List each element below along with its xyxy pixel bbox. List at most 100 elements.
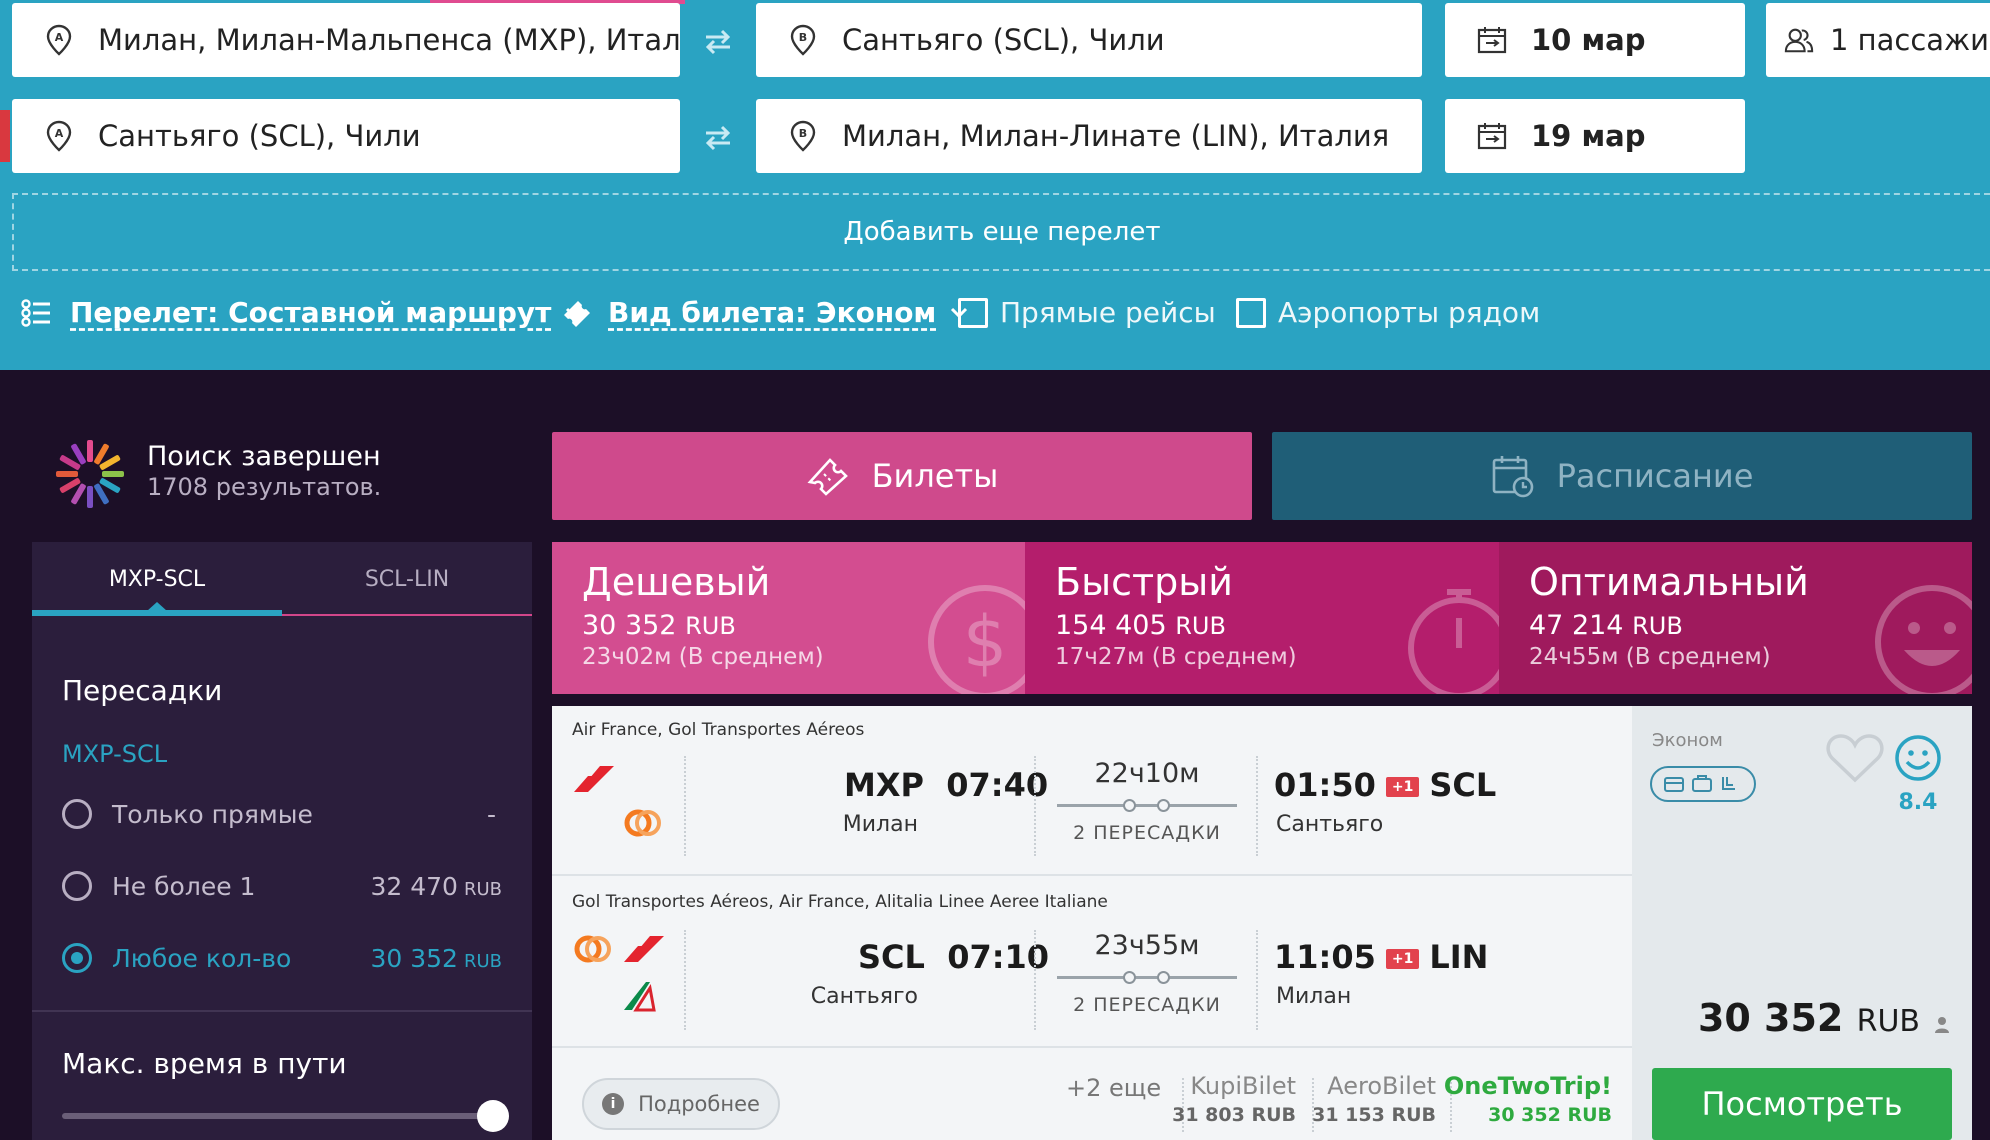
gol-logo-icon	[624, 809, 661, 837]
flight-duration: 23ч55м	[1094, 930, 1200, 961]
gol-logo-icon	[574, 935, 611, 963]
slider-handle[interactable]	[477, 1100, 509, 1132]
separator	[1256, 930, 1258, 1030]
vendor-name: AeroBilet	[1327, 1072, 1436, 1100]
view-offer-button[interactable]: Посмотреть	[1652, 1068, 1952, 1140]
next-day-badge: +1	[1385, 949, 1420, 969]
sort-name: Оптимальный	[1529, 560, 1809, 604]
tab-tickets[interactable]: Билеты	[552, 432, 1252, 520]
sort-name: Быстрый	[1055, 560, 1233, 604]
segment-tabs: MXP-SCL SCL-LIN	[32, 542, 532, 616]
air-france-logo-icon	[624, 936, 664, 962]
flight-duration: 22ч10м	[1094, 758, 1200, 789]
sort-duration: 24ч55м (В среднем)	[1529, 644, 1771, 670]
pin-b-icon: B	[788, 23, 818, 57]
price-panel: Эконом 8.4 30 352 RUB Посмотреть	[1632, 706, 1972, 1140]
swap-icon-1[interactable]	[698, 22, 738, 62]
transfer-option-direct[interactable]: Только прямые -	[62, 794, 502, 834]
sort-price: 47 214 RUB	[1529, 610, 1683, 641]
separator	[684, 756, 686, 856]
direct-flights-checkbox[interactable]: Прямые рейсы	[958, 296, 1216, 329]
stops-line	[1057, 971, 1237, 984]
max-time-slider[interactable]	[62, 1113, 492, 1119]
stop-dot	[1157, 799, 1170, 812]
vendor-offer-best[interactable]: OneTwoTrip! 30 352 RUB	[1444, 1072, 1612, 1126]
svg-text:A: A	[55, 127, 64, 140]
sort-name: Дешевый	[582, 560, 771, 604]
add-flight-button[interactable]: Добавить еще перелет	[12, 193, 1990, 271]
search-status: Поиск завершен 1708 результатов.	[55, 437, 535, 508]
arrival-city: Сантьяго	[1276, 812, 1384, 837]
departure: MXP 07:40	[844, 766, 1049, 804]
date-field-2[interactable]: 19 мар	[1445, 99, 1745, 173]
origin-field-2[interactable]: A Сантьяго (SCL), Чили	[12, 99, 680, 173]
option-label: Любое кол-во	[112, 943, 292, 973]
active-tab-pointer	[147, 602, 167, 611]
destination-field-2[interactable]: B Милан, Милан-Линате (LIN), Италия	[756, 99, 1422, 173]
ticket-icon	[806, 456, 850, 496]
details-label: Подробнее	[638, 1092, 760, 1116]
radio-selected-icon	[62, 943, 92, 973]
transfer-option-max-1[interactable]: Не более 1 32 470 RUB	[62, 866, 502, 906]
swap-icon-2[interactable]	[698, 118, 738, 158]
separator	[1034, 756, 1036, 856]
departure-city: Сантьяго	[810, 984, 918, 1009]
tab-schedule-label: Расписание	[1556, 457, 1754, 495]
airlines-text: Gol Transportes Aéreos, Air France, Alit…	[572, 892, 1108, 912]
sort-duration: 17ч27м (В среднем)	[1055, 644, 1297, 670]
option-price: 30 352 RUB	[370, 943, 502, 973]
calendar-clock-icon	[1491, 454, 1535, 498]
segment-marker	[0, 110, 10, 162]
option-label: Только прямые	[112, 799, 313, 829]
calendar-icon	[1477, 23, 1507, 57]
sort-fastest[interactable]: Быстрый 154 405 RUB 17ч27м (В среднем)	[1025, 542, 1499, 694]
cabin-class: Эконом	[1652, 730, 1723, 751]
passengers-field[interactable]: 1 пассажир	[1766, 3, 1990, 77]
stops-count: 2 ПЕРЕСАДКИ	[1073, 994, 1221, 1016]
details-button[interactable]: i Подробнее	[582, 1078, 780, 1130]
status-title: Поиск завершен	[147, 441, 381, 472]
vendor-offer[interactable]: AeroBilet 31 153 RUB	[1312, 1072, 1436, 1126]
departure-city: Милан	[842, 812, 918, 837]
svg-text:B: B	[799, 127, 807, 140]
rating-value: 8.4	[1898, 790, 1938, 815]
origin-field-1[interactable]: A Милан, Милан-Мальпенса (MXP), Италия	[12, 3, 680, 77]
add-flight-label: Добавить еще перелет	[843, 217, 1161, 247]
stop-dot	[1123, 971, 1136, 984]
alitalia-logo-icon	[624, 982, 656, 1012]
nearby-airports-checkbox[interactable]: Аэропорты рядом	[1236, 296, 1540, 329]
more-offers-link[interactable]: +2 еще	[1066, 1074, 1161, 1102]
nearby-airports-label: Аэропорты рядом	[1278, 296, 1541, 329]
sort-optimal[interactable]: Оптимальный 47 214 RUB 24ч55м (В среднем…	[1499, 542, 1972, 694]
ticket-type-filter[interactable]: Вид билета: Эконом	[560, 296, 968, 329]
total-price: 30 352 RUB	[1698, 996, 1950, 1043]
origin-text-1: Милан, Милан-Мальпенса (MXP), Италия	[98, 23, 680, 57]
radio-icon	[62, 871, 92, 901]
route-filter-label: Перелет: Составной маршрут	[70, 296, 552, 329]
tab-schedule[interactable]: Расписание	[1272, 432, 1972, 520]
route-filter[interactable]: Перелет: Составной маршрут	[20, 296, 583, 329]
date-field-1[interactable]: 10 мар	[1445, 3, 1745, 77]
stop-dot	[1123, 799, 1136, 812]
svg-text:$: $	[963, 601, 1008, 683]
direct-flights-label: Прямые рейсы	[1000, 296, 1216, 329]
segment-divider	[552, 1046, 1632, 1048]
checkbox-icon	[958, 297, 988, 328]
heart-icon[interactable]	[1826, 732, 1884, 784]
tab-scl-lin[interactable]: SCL-LIN	[282, 542, 532, 616]
svg-text:A: A	[55, 31, 64, 44]
users-icon	[1784, 23, 1814, 57]
vendor-offer[interactable]: KupiBilet 31 803 RUB	[1172, 1072, 1296, 1126]
dollar-coin-icon: $	[928, 585, 1025, 694]
origin-text-2: Сантьяго (SCL), Чили	[98, 119, 421, 153]
baggage-badge	[1650, 766, 1756, 802]
ticket-type-label: Вид билета: Эконом	[608, 296, 937, 329]
airlines-text: Air France, Gol Transportes Aéreos	[572, 720, 865, 740]
stop-dot	[1157, 971, 1170, 984]
separator	[1034, 930, 1036, 1030]
transfer-option-any[interactable]: Любое кол-во 30 352 RUB	[62, 938, 502, 978]
sort-cheapest[interactable]: Дешевый 30 352 RUB 23ч02м (В среднем) $	[552, 542, 1025, 694]
destination-text-1: Сантьяго (SCL), Чили	[842, 23, 1165, 57]
destination-field-1[interactable]: B Сантьяго (SCL), Чили	[756, 3, 1422, 77]
stops-count: 2 ПЕРЕСАДКИ	[1073, 822, 1221, 844]
